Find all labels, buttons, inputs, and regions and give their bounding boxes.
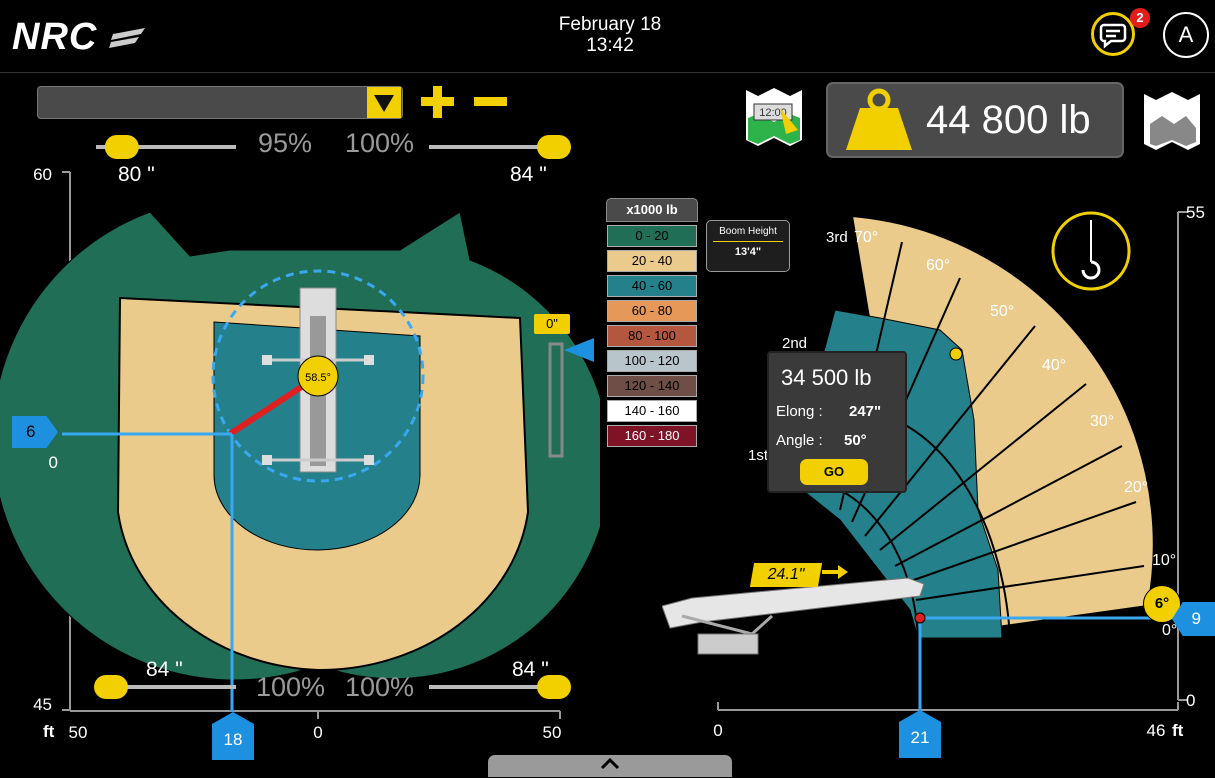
popup-elong-value: 247": [849, 403, 882, 420]
angle-label: 0°: [1162, 622, 1177, 639]
time-label: 13:42: [586, 35, 634, 56]
nrc-logo: NRC: [12, 16, 147, 59]
plan-unit: ft: [43, 722, 55, 741]
elev-x-right: 46: [1147, 721, 1166, 740]
plan-x-left: 50: [69, 723, 88, 742]
zoom-in-button[interactable]: [419, 84, 455, 120]
date-label: February 18: [558, 14, 662, 35]
angle-label: 70°: [854, 229, 878, 246]
dropdown-arrow-icon[interactable]: [366, 86, 402, 119]
popup-elong-label: Elong :: [776, 403, 823, 420]
messages-button[interactable]: [1091, 12, 1135, 56]
arrow-right-icon: [822, 565, 848, 579]
weight-icon: [846, 88, 912, 150]
elev-unit: ft: [1172, 721, 1184, 740]
outrigger-percent-bottom-right: 100%: [345, 672, 415, 702]
hook-icon[interactable]: [1050, 210, 1132, 292]
slider-thumb[interactable]: [94, 675, 128, 699]
plan-x-mid: 0: [313, 723, 322, 742]
plan-y-mid: 0: [49, 453, 58, 472]
outrigger-percent-left: 95%: [258, 128, 313, 158]
map-view-icon[interactable]: [1142, 88, 1204, 152]
chevron-up-icon: [600, 757, 620, 770]
slider-thumb[interactable]: [104, 135, 139, 159]
top-bar: NRC February 18 13:42 2 A: [0, 0, 1215, 73]
plan-x-right: 50: [543, 723, 562, 742]
angle-label: 10°: [1152, 552, 1176, 569]
extension-label: 24.1": [749, 563, 823, 587]
elev-y-bottom: 0: [1186, 691, 1195, 710]
chat-icon: [1099, 23, 1127, 49]
logo-swoosh-icon: [108, 27, 145, 48]
bottom-drawer-tab[interactable]: [488, 755, 732, 777]
outrigger-percent-right: 100%: [345, 128, 415, 158]
load-chart-monitor-icon[interactable]: 12:00: [744, 84, 806, 148]
outrigger-slider-bottom-right[interactable]: [425, 668, 575, 708]
notification-badge: 2: [1130, 8, 1150, 28]
current-load-value: 44 800 lb: [926, 98, 1091, 142]
go-button[interactable]: GO: [800, 459, 868, 485]
popup-angle-label: Angle :: [776, 432, 823, 449]
plan-y-bottom: 45: [33, 695, 52, 714]
rotation-gauge[interactable]: [546, 334, 596, 462]
rotation-offset-label: 0": [534, 314, 570, 334]
slider-thumb[interactable]: [537, 135, 571, 159]
section-label: 2nd: [782, 335, 807, 352]
angle-label: 30°: [1090, 413, 1114, 430]
elev-x-left: 0: [713, 721, 722, 740]
zoom-out-button[interactable]: [472, 84, 508, 120]
outrigger-percent-bottom-left: 100%: [256, 672, 326, 702]
date-time: February 18 13:42: [540, 14, 680, 56]
popup-angle-value: 50°: [844, 432, 867, 449]
slider-thumb[interactable]: [537, 675, 571, 699]
section-label: 1st: [748, 447, 769, 464]
angle-label: 20°: [1124, 479, 1148, 496]
popup-load: 34 500 lb: [781, 365, 872, 390]
slew-angle-label: 58.5°: [305, 372, 331, 384]
angle-label: 40°: [1042, 357, 1066, 374]
user-avatar[interactable]: A: [1163, 12, 1209, 58]
plan-y-top: 60: [33, 165, 52, 184]
configuration-dropdown[interactable]: [37, 86, 403, 119]
angle-label: 50°: [990, 303, 1014, 320]
section-label: 3rd: [826, 229, 848, 246]
elev-y-top: 55: [1186, 203, 1205, 222]
selected-point-marker[interactable]: [949, 347, 963, 361]
outrigger-slider-bottom-left[interactable]: [90, 668, 240, 708]
angle-label: 60°: [926, 257, 950, 274]
crane-boom-image: [662, 577, 925, 655]
